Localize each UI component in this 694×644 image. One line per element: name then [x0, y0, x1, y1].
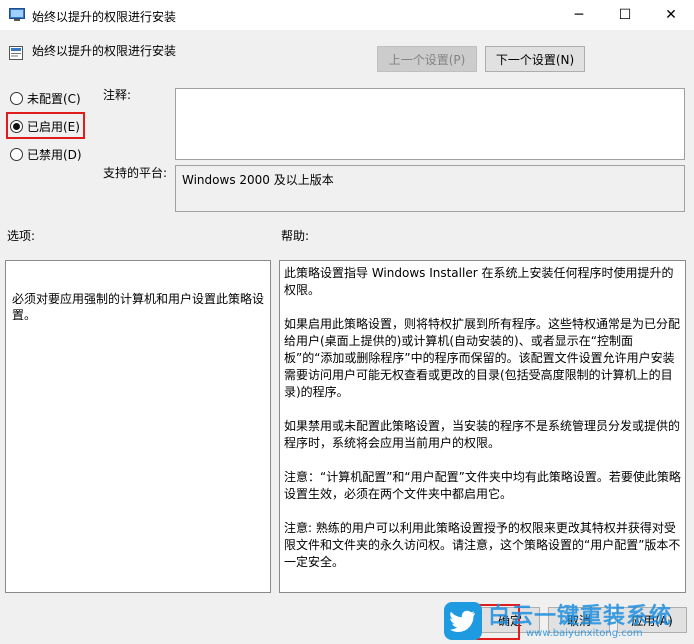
window-title: 始终以提升的权限进行安装	[32, 10, 177, 24]
apply-button[interactable]: 应用(A)	[617, 607, 687, 633]
policy-name: 始终以提升的权限进行安装	[32, 44, 177, 58]
comment-label: 注释:	[103, 88, 132, 102]
options-label: 选项:	[7, 229, 36, 243]
policy-window-icon	[9, 8, 25, 21]
help-label: 帮助:	[281, 229, 310, 243]
platform-label: 支持的平台:	[103, 166, 168, 180]
next-setting-button[interactable]: 下一个设置(N)	[485, 46, 585, 72]
cancel-button[interactable]: 取消	[548, 607, 610, 633]
title-bar: 始终以提升的权限进行安装 ─ ☐ ✕	[0, 0, 694, 30]
radio-label: 已禁用(D)	[27, 147, 82, 162]
radio-label: 未配置(C)	[27, 91, 81, 106]
comment-textarea[interactable]	[175, 88, 685, 160]
help-pane[interactable]: 此策略设置指导 Windows Installer 在系统上安装任何程序时使用提…	[279, 260, 686, 593]
options-pane: 必须对要应用强制的计算机和用户设置此策略设置。	[5, 260, 271, 593]
options-text: 必须对要应用强制的计算机和用户设置此策略设置。	[12, 292, 265, 322]
help-paragraph: 如果启用此策略设置，则将特权扩展到所有程序。这些特权通常是为已分配给用户(桌面上…	[284, 317, 681, 399]
help-paragraph: 注意：“计算机配置”和“用户配置”文件夹中均有此策略设置。若要使此策略设置生效，…	[284, 470, 681, 501]
minimize-icon: ─	[574, 7, 584, 23]
supported-platform-field: Windows 2000 及以上版本	[175, 165, 685, 212]
radio-circle[interactable]	[10, 147, 23, 161]
enabled-highlight-annotation	[6, 112, 85, 139]
maximize-icon: ☐	[618, 7, 632, 23]
help-paragraph: 如果禁用或未配置此策略设置，当安装的程序不是系统管理员分发或提供的程序时，系统将…	[284, 419, 681, 450]
policy-setting-icon	[9, 46, 23, 60]
radio-not-configured[interactable]: 未配置(C)	[10, 89, 81, 107]
close-icon: ✕	[665, 7, 677, 23]
ok-highlight-annotation	[476, 604, 520, 640]
help-paragraph: 注意: 熟练的用户可以利用此策略设置授予的权限来更改其特权并获得对受限文件和文件…	[284, 521, 681, 569]
close-button[interactable]: ✕	[648, 0, 694, 30]
previous-setting-button[interactable]: 上一个设置(P)	[377, 46, 477, 72]
maximize-button[interactable]: ☐	[602, 0, 648, 30]
platform-value: Windows 2000 及以上版本	[182, 173, 334, 187]
radio-disabled[interactable]: 已禁用(D)	[10, 145, 82, 163]
minimize-button[interactable]: ─	[556, 0, 602, 30]
help-paragraph: 此策略设置指导 Windows Installer 在系统上安装任何程序时使用提…	[284, 266, 674, 297]
radio-circle[interactable]	[10, 91, 23, 105]
